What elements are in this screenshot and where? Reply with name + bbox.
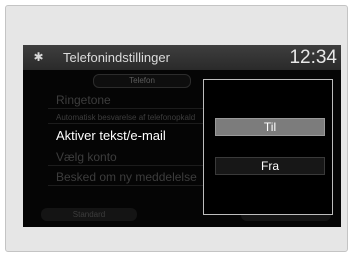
clock: 12:34 bbox=[289, 47, 337, 68]
option-popup: Til Fra bbox=[203, 79, 333, 215]
page-title: Telefonindstillinger bbox=[63, 50, 170, 65]
default-button[interactable]: Standard bbox=[41, 208, 137, 221]
option-on[interactable]: Til bbox=[215, 118, 325, 136]
tab-telefon[interactable]: Telefon bbox=[93, 74, 191, 88]
option-off[interactable]: Fra bbox=[215, 157, 325, 175]
figure-frame: ✱ Telefonindstillinger 12:34 Telefon Rin… bbox=[5, 5, 348, 252]
gear-icon: ✱ bbox=[33, 50, 44, 64]
header-bar: ✱ Telefonindstillinger 12:34 bbox=[23, 45, 341, 70]
display-screen: ✱ Telefonindstillinger 12:34 Telefon Rin… bbox=[23, 45, 341, 227]
